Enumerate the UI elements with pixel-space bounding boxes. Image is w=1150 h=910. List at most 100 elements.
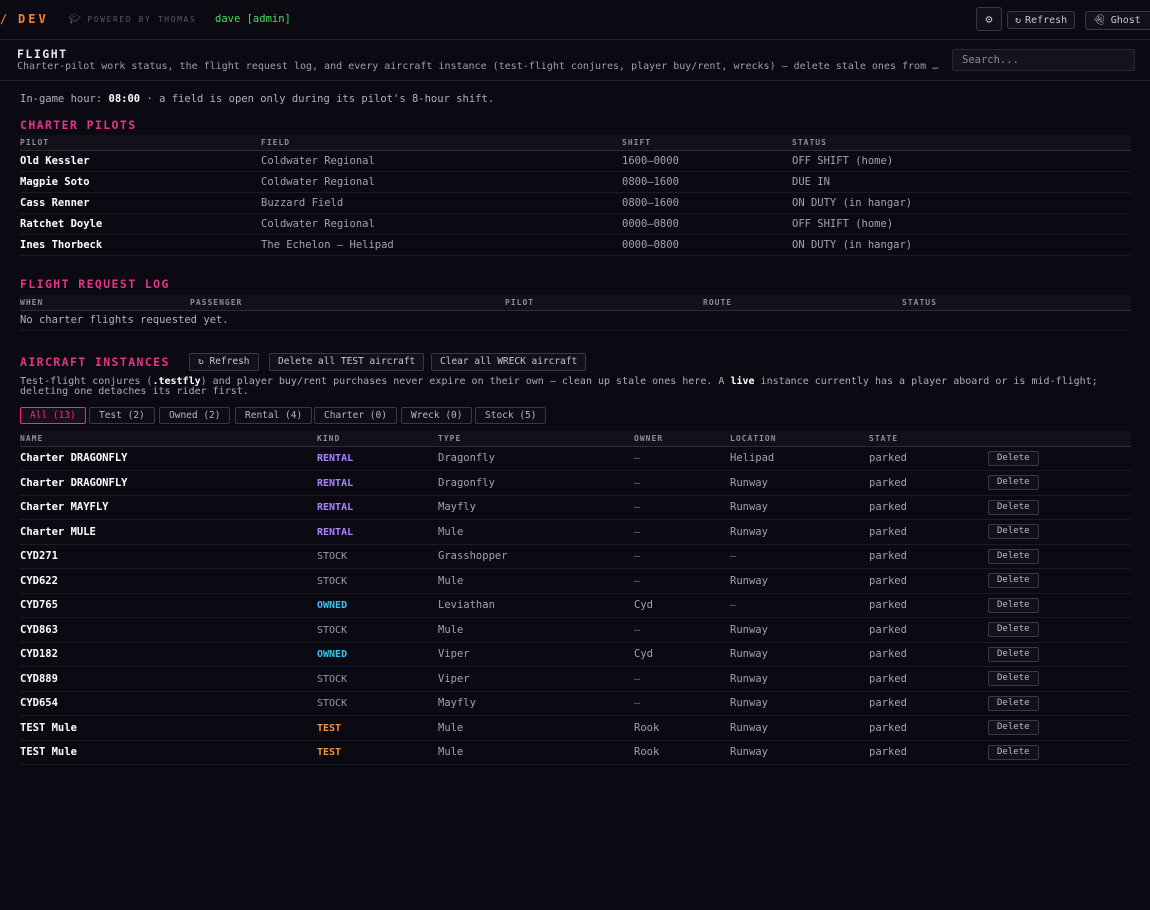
aircraft-type: Dragonfly (438, 446, 634, 471)
aircraft-state: parked (869, 740, 988, 765)
aircraft-kind: TEST (317, 740, 438, 765)
delete-aircraft-button[interactable]: Delete (988, 720, 1039, 736)
delete-aircraft-button[interactable]: Delete (988, 622, 1039, 638)
delete-aircraft-button[interactable]: Delete (988, 524, 1039, 540)
pilot-name: Ines Thorbeck (20, 234, 261, 256)
ghost-button[interactable]: 👻︎ Ghost (1085, 11, 1150, 30)
aircraft-section-title: AIRCRAFT INSTANCES (20, 355, 170, 369)
aircraft-type-value: Mule (438, 746, 464, 759)
aircraft-state: parked (869, 691, 988, 716)
aircraft-type-value: Mule (438, 525, 464, 538)
pilots-section-title: CHARTER PILOTS (20, 118, 137, 132)
table-row: Old Kessler Coldwater Regional 1600–0000 OF… (20, 150, 1131, 172)
log-column-header: STATUS (902, 295, 1131, 311)
delete-aircraft-button[interactable]: Delete (988, 548, 1039, 564)
aircraft-type-value: Leviathan (438, 599, 495, 612)
log-column-header: WHEN (20, 295, 190, 311)
delete-aircraft-button[interactable]: Delete (988, 671, 1039, 687)
aircraft-owner: Rook (634, 715, 730, 741)
pilot-field: Buzzard Field (261, 192, 622, 214)
delete-aircraft-button[interactable]: Delete (988, 450, 1039, 466)
aircraft-kind: RENTAL (317, 519, 438, 545)
empty-message: No charter flights requested yet. (20, 310, 1131, 331)
aircraft-location: Runway (730, 666, 869, 692)
aircraft-owner-value: — (634, 697, 641, 710)
graduation-cap-icon: 🎓︎ (68, 14, 83, 25)
delete-test-aircraft-button[interactable]: Delete all TEST aircraft (269, 353, 425, 371)
aircraft-type-value: Mule (438, 574, 464, 587)
aircraft-type: Viper (438, 666, 634, 692)
aircraft-state: parked (869, 446, 988, 471)
aircraft-state-value: parked (869, 476, 907, 489)
aircraft-kind: RENTAL (317, 446, 438, 471)
table-row: CYD182 OWNED Viper Cyd Runway parked Delete (20, 642, 1131, 667)
aircraft-type-value: Viper (438, 648, 470, 661)
flight-log-table: WHEN PASSENGER PILOT ROUTE STATUS No charter… (20, 295, 1131, 331)
filter-chip[interactable]: Test (2) (89, 407, 155, 424)
aircraft-kind-value: STOCK (317, 551, 348, 563)
pilot-name: Old Kessler (20, 150, 261, 172)
clear-wreck-aircraft-button[interactable]: Clear all WRECK aircraft (431, 353, 587, 371)
aircraft-type-value: Dragonfly (438, 452, 495, 465)
filter-chip[interactable]: Rental (4) (235, 407, 313, 424)
aircraft-name: CYD271 (20, 544, 317, 569)
aircraft-column-header: TYPE (438, 431, 634, 447)
pilot-shift: 0800–1600 (622, 171, 792, 193)
powered-by-text: POWERED BY THOMAS (87, 15, 197, 24)
aircraft-state-value: parked (869, 648, 907, 661)
aircraft-kind: STOCK (317, 617, 438, 643)
filter-chip[interactable]: Owned (2) (159, 407, 231, 424)
delete-aircraft-button[interactable]: Delete (988, 475, 1039, 491)
aircraft-kind: OWNED (317, 642, 438, 667)
settings-button[interactable]: ⚙ (976, 7, 1002, 31)
aircraft-owner: — (634, 446, 730, 471)
aircraft-name-value: CYD889 (20, 672, 58, 685)
aircraft-name: Charter MULE (20, 519, 317, 545)
delete-aircraft-button[interactable]: Delete (988, 499, 1039, 515)
aircraft-location-value: Runway (730, 746, 768, 759)
aircraft-table: NAME KIND TYPE OWNER LOCATION STATE Charter D… (20, 431, 1131, 765)
aircraft-kind: TEST (317, 715, 438, 741)
delete-aircraft-button[interactable]: Delete (988, 744, 1039, 760)
aircraft-actions: Delete (988, 446, 1131, 471)
aircraft-name-value: CYD863 (20, 623, 58, 636)
aircraft-owner: Rook (634, 740, 730, 765)
log-column-header: ROUTE (703, 295, 902, 311)
aircraft-owner: — (634, 568, 730, 594)
aircraft-refresh-button[interactable]: ↻ Refresh (189, 353, 259, 371)
pilots-column-header: STATUS (792, 135, 1131, 151)
aircraft-refresh-label: Refresh (209, 356, 250, 367)
filter-chip[interactable]: Wreck (0) (401, 407, 473, 424)
delete-aircraft-button[interactable]: Delete (988, 646, 1039, 662)
aircraft-owner-value: Cyd (634, 648, 653, 661)
search-input[interactable] (952, 49, 1135, 71)
delete-aircraft-button[interactable]: Delete (988, 597, 1039, 613)
aircraft-owner-value: — (634, 574, 641, 587)
table-row: Cass Renner Buzzard Field 0800–1600 ON DUTY… (20, 192, 1131, 214)
aircraft-kind: RENTAL (317, 470, 438, 496)
aircraft-actions: Delete (988, 715, 1131, 741)
aircraft-owner-value: Rook (634, 721, 660, 734)
refresh-button[interactable]: ↻ Refresh (1007, 11, 1076, 29)
aircraft-kind-value: STOCK (317, 624, 348, 636)
delete-aircraft-button[interactable]: Delete (988, 573, 1039, 589)
pilots-column-header: FIELD (261, 135, 622, 151)
aircraft-type: Leviathan (438, 593, 634, 618)
aircraft-name-value: TEST Mule (20, 746, 77, 759)
filter-chip[interactable]: Stock (5) (475, 407, 547, 424)
table-row: Ratchet Doyle Coldwater Regional 0000–0800… (20, 213, 1131, 235)
filter-chip[interactable]: All (13) (20, 407, 86, 424)
refresh-label: Refresh (1025, 14, 1068, 26)
brand-logo[interactable]: DEV (18, 12, 49, 26)
aircraft-state-value: parked (869, 623, 907, 636)
aircraft-name-value: Charter DRAGONFLY (20, 452, 128, 465)
pilot-shift: 0000–0800 (622, 234, 792, 256)
aircraft-actions: Delete (988, 593, 1131, 618)
aircraft-actions: Delete (988, 666, 1131, 692)
delete-aircraft-button[interactable]: Delete (988, 695, 1039, 711)
aircraft-location: Runway (730, 740, 869, 765)
pilot-shift: 1600–0000 (622, 150, 792, 172)
pilots-column-header: PILOT (20, 135, 261, 151)
filter-chip[interactable]: Charter (0) (314, 407, 397, 424)
aircraft-location: Runway (730, 715, 869, 741)
